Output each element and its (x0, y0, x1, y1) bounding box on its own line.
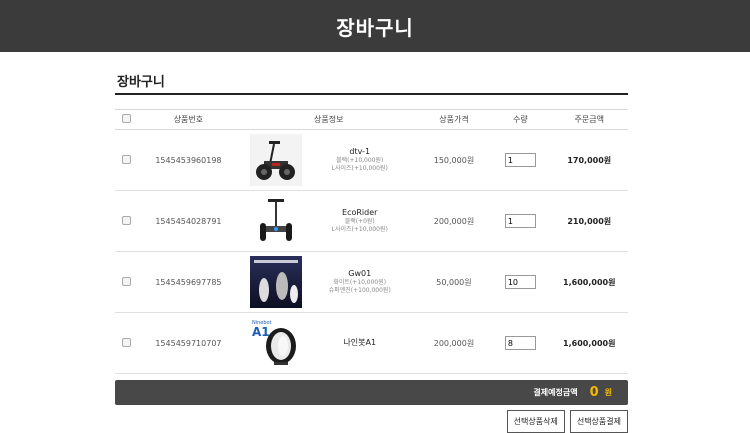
summary-value: 0 (589, 385, 599, 400)
col-price: 상품가격 (417, 109, 491, 130)
payment-summary-bar: 결제예정금액 0 원 (115, 380, 628, 405)
cart-section: 장바구니 상품번호 상품정보 상품가격 수량 주문금액 154545396019… (115, 68, 628, 433)
product-name[interactable]: Gw01 (302, 269, 418, 279)
page-title: 장바구니 (336, 15, 414, 40)
product-id: 1545459697785 (137, 251, 240, 313)
product-option: L사이즈(+10,000원) (331, 226, 388, 234)
header-select-all[interactable] (115, 109, 138, 130)
product-image-gw01[interactable] (249, 256, 302, 308)
summary-unit: 원 (604, 388, 612, 397)
product-id: 1545459710707 (137, 312, 240, 374)
table-row: 1545459710707 Ninebot A1 나인봇A1 200,000원 … (115, 312, 628, 374)
table-header-row: 상품번호 상품정보 상품가격 수량 주문금액 (115, 109, 628, 130)
product-name[interactable]: 나인봇A1 (302, 338, 418, 348)
quantity-input[interactable] (504, 153, 536, 167)
product-id: 1545454028791 (137, 190, 240, 252)
product-name[interactable]: dtv-1 (302, 147, 418, 157)
quantity-input[interactable] (504, 275, 536, 289)
table-row: 1545454028791 EcoRider 블랙(+0원) L사이즈(+10,… (115, 190, 628, 252)
product-price: 200,000원 (417, 312, 491, 374)
summary-label: 결제예정금액 (533, 388, 578, 397)
section-title: 장바구니 (115, 68, 628, 95)
product-option: L사이즈(+10,000원) (331, 165, 388, 173)
product-price: 50,000원 (417, 251, 491, 313)
col-product-info: 상품정보 (239, 109, 418, 130)
ninebot-model-text: A1 (252, 325, 270, 339)
product-image-dtv1[interactable] (249, 134, 302, 186)
row-checkbox[interactable] (121, 154, 131, 164)
row-checkbox[interactable] (121, 276, 131, 286)
top-header: 장바구니 (0, 0, 750, 52)
order-amount: 210,000원 (550, 190, 628, 252)
quantity-input[interactable] (504, 336, 536, 350)
order-amount: 1,600,000원 (550, 251, 628, 313)
col-total: 주문금액 (550, 109, 628, 130)
cart-table: 상품번호 상품정보 상품가격 수량 주문금액 1545453960198 dtv… (115, 109, 628, 374)
product-image-ecorider[interactable] (249, 195, 302, 247)
col-product-id: 상품번호 (137, 109, 240, 130)
product-image-ninebot-a1[interactable]: Ninebot A1 (249, 317, 302, 369)
product-id: 1545453960198 (137, 129, 240, 191)
product-option: 슈퍼엔진(+100,000원) (328, 287, 391, 295)
table-row: 1545459697785 Gw01 화이트(+10,000원) 슈퍼엔진(+1… (115, 251, 628, 313)
product-price: 200,000원 (417, 190, 491, 252)
product-name[interactable]: EcoRider (302, 208, 418, 218)
row-checkbox[interactable] (121, 215, 131, 225)
order-amount: 1,600,000원 (550, 312, 628, 374)
table-row: 1545453960198 dtv-1 블랙(+10,000원) L사이즈(+1… (115, 129, 628, 191)
select-all-checkbox[interactable] (121, 114, 131, 123)
quantity-input[interactable] (504, 214, 536, 228)
col-qty: 수량 (490, 109, 551, 130)
product-price: 150,000원 (417, 129, 491, 191)
row-checkbox[interactable] (121, 337, 131, 347)
order-amount: 170,000원 (550, 129, 628, 191)
